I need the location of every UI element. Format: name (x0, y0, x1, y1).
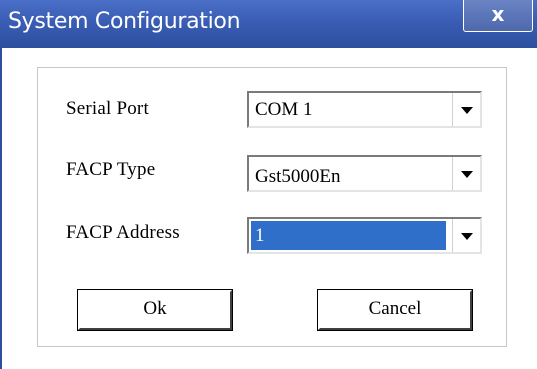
chevron-down-icon (461, 233, 473, 240)
close-icon: x (491, 2, 505, 26)
ok-button[interactable]: Ok (77, 289, 233, 331)
close-button[interactable]: x (463, 0, 533, 32)
facp-address-select[interactable]: 1 (247, 217, 482, 254)
facp-address-dropdown-button[interactable] (452, 219, 480, 252)
facp-type-label: FACP Type (66, 159, 156, 180)
facp-type-value: Gst5000En (255, 166, 341, 187)
cancel-button[interactable]: Cancel (317, 289, 473, 331)
facp-address-value: 1 (255, 225, 265, 246)
serial-port-value: COM 1 (255, 99, 313, 120)
facp-type-select[interactable]: Gst5000En (247, 155, 482, 192)
chevron-down-icon (461, 107, 473, 114)
serial-port-label: Serial Port (66, 98, 149, 119)
chevron-down-icon (461, 171, 473, 178)
facp-address-selected-field (251, 221, 446, 250)
serial-port-dropdown-button[interactable] (452, 93, 480, 126)
title-bar[interactable]: System Configuration x (0, 0, 537, 48)
facp-address-label: FACP Address (66, 222, 180, 243)
serial-port-select[interactable]: COM 1 (247, 91, 482, 128)
system-configuration-dialog: System Configuration x Serial Port COM 1… (0, 0, 537, 369)
window-title: System Configuration (8, 9, 241, 34)
facp-type-dropdown-button[interactable] (452, 157, 480, 190)
